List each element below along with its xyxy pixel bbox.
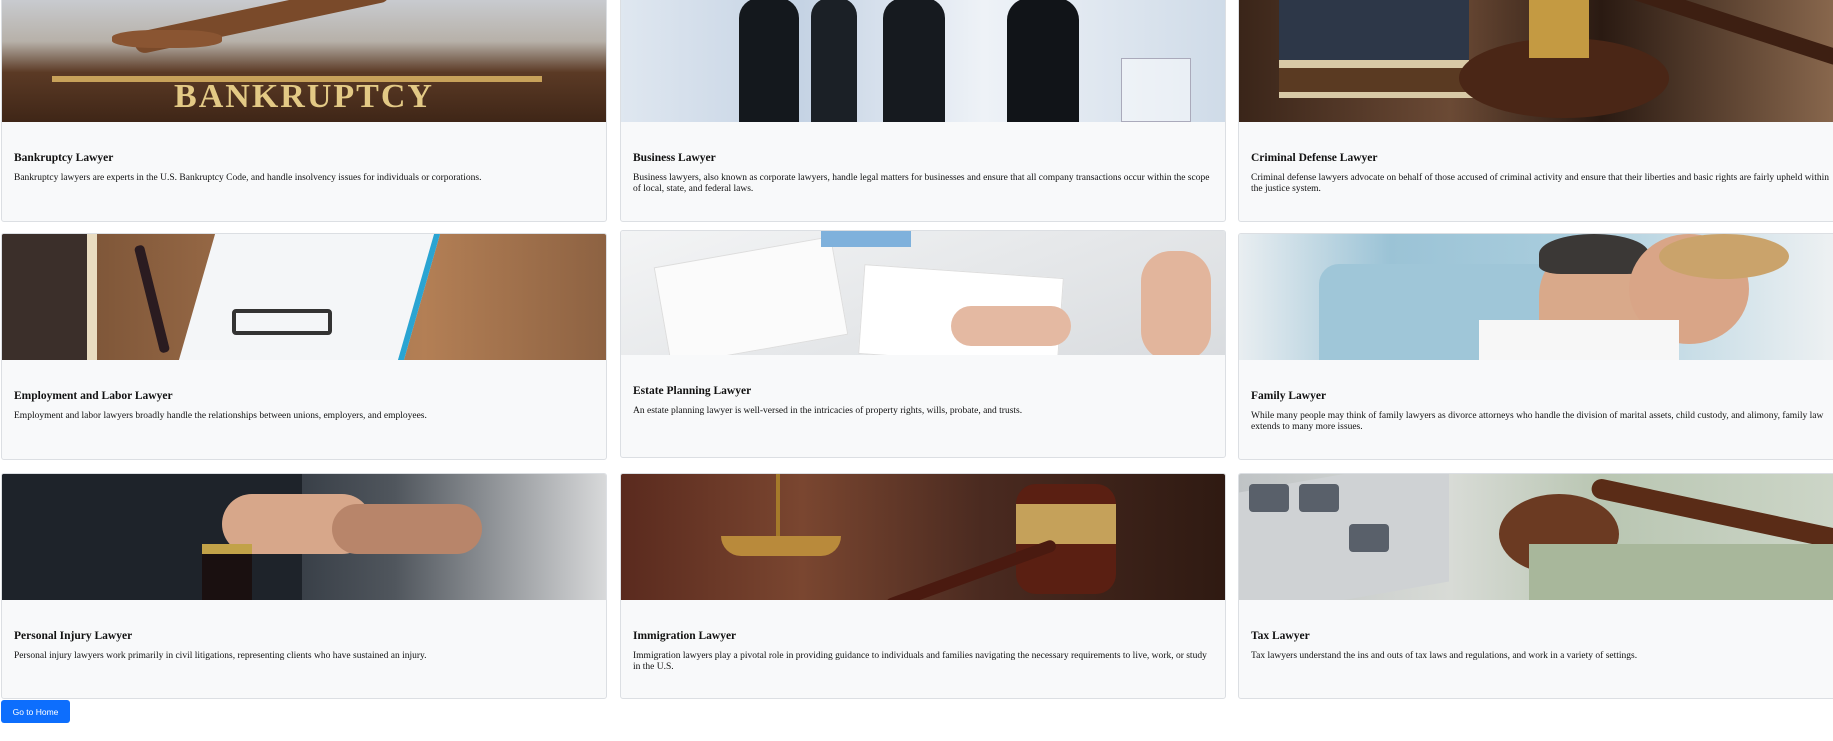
personal-injury-photo	[2, 474, 606, 600]
card-criminal-defense-lawyer: Criminal Defense Lawyer Criminal defense…	[1238, 0, 1833, 222]
card-title: Estate Planning Lawyer	[633, 385, 752, 397]
bankruptcy-book-text: BANKRUPTCY	[174, 78, 434, 115]
card-text: An estate planning lawyer is well-versed…	[633, 406, 1023, 416]
card-employment-labor-lawyer: Employment and Labor Lawyer Employment a…	[1, 233, 607, 460]
card-text: Tax lawyers understand the ins and outs …	[1251, 651, 1638, 661]
card-text: Criminal defense lawyers advocate on beh…	[1251, 173, 1829, 194]
card-text: Employment and labor lawyers broadly han…	[14, 411, 427, 421]
family-photo	[1239, 234, 1833, 360]
card-personal-injury-lawyer: Personal Injury Lawyer Personal injury l…	[1, 473, 607, 699]
employment-photo	[2, 234, 606, 360]
card-tax-lawyer: Tax Lawyer Tax lawyers understand the in…	[1238, 473, 1833, 699]
card-title: Immigration Lawyer	[633, 630, 737, 642]
card-title: Bankruptcy Lawyer	[14, 152, 114, 164]
card-business-lawyer: Business Lawyer Business lawyers, also k…	[620, 0, 1226, 222]
tax-photo	[1239, 474, 1833, 600]
card-text: Business lawyers, also known as corporat…	[633, 173, 1210, 194]
card-title: Employment and Labor Lawyer	[14, 390, 173, 402]
business-photo	[621, 0, 1225, 122]
criminal-defense-photo	[1239, 0, 1833, 122]
card-title: Business Lawyer	[633, 152, 716, 164]
card-estate-planning-lawyer: Estate Planning Lawyer An estate plannin…	[620, 230, 1226, 458]
card-text: Personal injury lawyers work primarily i…	[14, 651, 427, 661]
go-to-home-button[interactable]: Go to Home	[1, 700, 70, 723]
card-text: Immigration lawyers play a pivotal role …	[633, 651, 1207, 672]
card-text: Bankruptcy lawyers are experts in the U.…	[14, 173, 482, 183]
bankruptcy-photo: BANKRUPTCY	[2, 0, 606, 122]
card-title: Family Lawyer	[1251, 390, 1327, 402]
card-text: While many people may think of family la…	[1251, 411, 1824, 432]
card-bankruptcy-lawyer: BANKRUPTCY Bankruptcy Lawyer Bankruptcy …	[1, 0, 607, 222]
card-title: Criminal Defense Lawyer	[1251, 152, 1378, 164]
immigration-photo	[621, 474, 1225, 600]
estate-planning-photo	[621, 231, 1225, 355]
card-title: Personal Injury Lawyer	[14, 630, 133, 642]
card-immigration-lawyer: Immigration Lawyer Immigration lawyers p…	[620, 473, 1226, 699]
card-title: Tax Lawyer	[1251, 630, 1310, 642]
card-family-lawyer: Family Lawyer While many people may thin…	[1238, 233, 1833, 460]
